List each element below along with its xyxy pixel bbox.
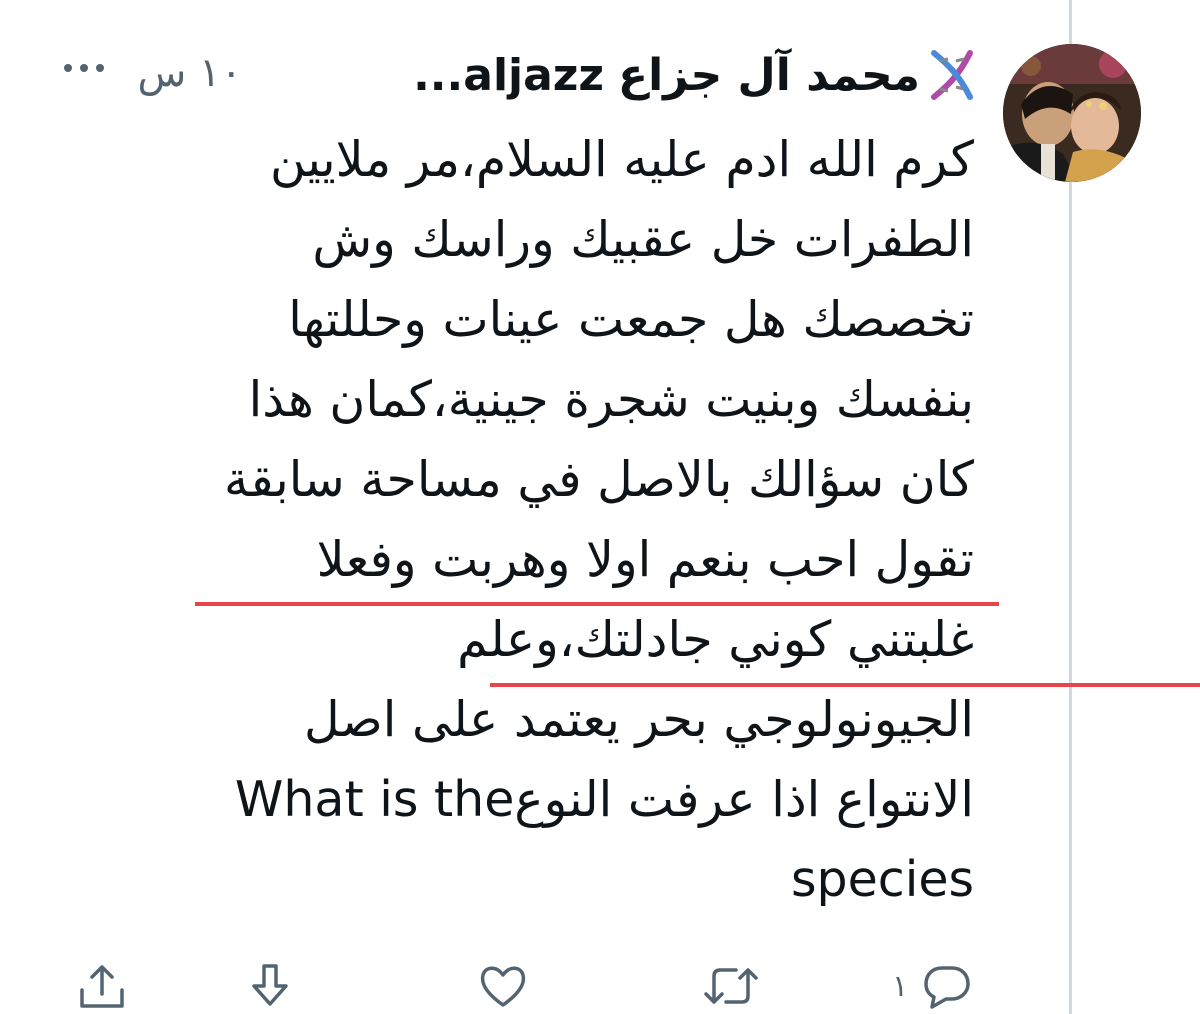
display-name[interactable]: محمد آل جزاع [618,50,920,101]
tweet-text-line: الطفرات خل عقبيك وراسك وش [312,211,974,268]
tweet-header: محمد آل جزاع aljazz ... [413,40,978,110]
download-button[interactable] [246,960,294,1012]
like-button[interactable] [478,960,528,1012]
like-icon [478,963,528,1009]
handle-name[interactable]: aljazz [463,50,604,101]
tweet-text-line: الجيونولوجي بحر يعتمد على اصل [304,691,974,748]
tweet-text-line: species [790,851,974,908]
timestamp[interactable]: ١٠ س [137,50,242,96]
red-underline-annotation [195,602,999,606]
reply-count: ١ [892,968,909,1004]
more-options-icon[interactable] [62,60,106,76]
retweet-button[interactable] [702,960,760,1012]
avatar[interactable] [1003,44,1141,182]
retweet-icon [702,962,760,1010]
share-icon [76,962,128,1010]
tweet-text-line: تخصصك هل جمعت عينات وحللتها [288,291,974,348]
download-icon [246,962,294,1010]
tweet-text-line: غلبتني كوني جادلتك،وعلم [457,611,974,668]
tweet-text-line: تقول احب بنعم اولا وهربت وفعلا [316,531,974,588]
reply-icon [922,962,972,1010]
reply-button[interactable]: ١ [892,960,972,1012]
share-button[interactable] [76,960,128,1012]
tweet-text-line: الانتواع اذا عرفت النوعWhat is the [234,771,974,828]
dna-icon [926,47,978,103]
tweet-actions: ١ [0,960,1200,1012]
red-underline-annotation [490,683,1200,687]
tweet-text-line: بنفسك وبنيت شجرة جينية،كمان هذا [248,371,974,428]
tweet-text-line: كان سؤالك بالاصل في مساحة سابقة [224,451,974,508]
tweet-text: كرم الله ادم عليه السلام،مر ملايين الطفر… [94,120,974,920]
tweet-text-line: كرم الله ادم عليه السلام،مر ملايين [269,131,974,188]
avatar-photo [1003,44,1141,182]
name-truncation: ... [413,49,464,101]
